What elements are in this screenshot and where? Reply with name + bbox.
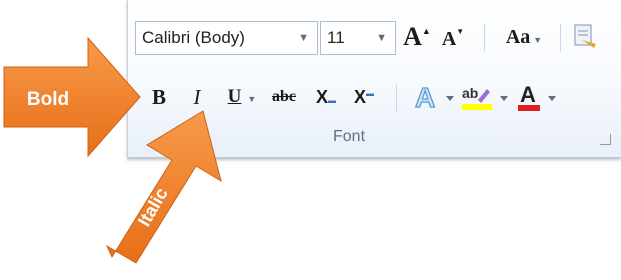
italic-icon: I (193, 85, 201, 109)
shrink-font-icon: A (441, 28, 457, 50)
shrink-font-button[interactable]: A▼ (440, 20, 466, 54)
font-color-letter: A (520, 82, 536, 107)
subscript-icon: X (315, 87, 328, 107)
chevron-down-icon: ▼ (376, 32, 387, 44)
caret-down-icon: ▼ (456, 27, 465, 36)
text-effects-letter: A (415, 82, 435, 113)
separator (560, 24, 561, 52)
highlight-letters: ab (462, 85, 478, 101)
chevron-down-icon: ▼ (533, 35, 543, 45)
text-effects-icon: A (414, 81, 454, 114)
font-name-value: Calibri (Body) (142, 28, 245, 47)
grow-font-button[interactable]: A▲ (402, 20, 432, 54)
highlight-button[interactable]: ab (460, 80, 512, 114)
italic-callout-label: Italic (134, 184, 172, 230)
subscript-button[interactable]: X▬ (312, 82, 340, 112)
change-case-button[interactable]: Aa ▼ (498, 20, 550, 54)
font-size-dropdown[interactable]: 11 ▼ (320, 21, 396, 55)
change-case-icon: Aa (505, 26, 531, 48)
dialog-launcher-icon[interactable] (600, 134, 611, 145)
strikethrough-button[interactable]: abc (266, 82, 302, 112)
separator (396, 84, 397, 112)
font-size-value: 11 (327, 28, 345, 47)
caret-up-icon: ▲ (421, 26, 431, 36)
font-group-label: Font (333, 128, 366, 145)
separator (484, 24, 485, 52)
strikethrough-icon: abc (272, 88, 296, 105)
chevron-down-icon: ▼ (247, 94, 257, 104)
bold-callout-label: Bold (27, 89, 69, 110)
bold-icon: B (151, 85, 166, 109)
text-effects-button[interactable]: A (412, 80, 456, 114)
underline-icon: U (227, 86, 242, 107)
highlighter-icon: ab (462, 85, 508, 110)
chevron-down-icon: ▼ (298, 32, 309, 44)
font-color-icon: A (518, 82, 556, 111)
italic-button[interactable]: I (186, 82, 208, 112)
font-color-button[interactable]: A (516, 80, 562, 114)
superscript-button[interactable]: X▬ (350, 82, 378, 112)
underline-button[interactable]: U ▼ (224, 82, 260, 112)
subscript-marker-icon: ▬ (328, 96, 336, 105)
clear-formatting-icon (574, 24, 596, 48)
superscript-marker-icon: ▬ (366, 89, 374, 98)
bold-button[interactable]: B (148, 82, 170, 112)
superscript-icon: X (353, 87, 366, 107)
font-name-dropdown[interactable]: Calibri (Body) ▼ (135, 21, 318, 55)
clear-formatting-button[interactable] (572, 22, 598, 52)
grow-font-icon: A (403, 22, 422, 51)
bold-callout-arrow: Bold (3, 36, 141, 158)
